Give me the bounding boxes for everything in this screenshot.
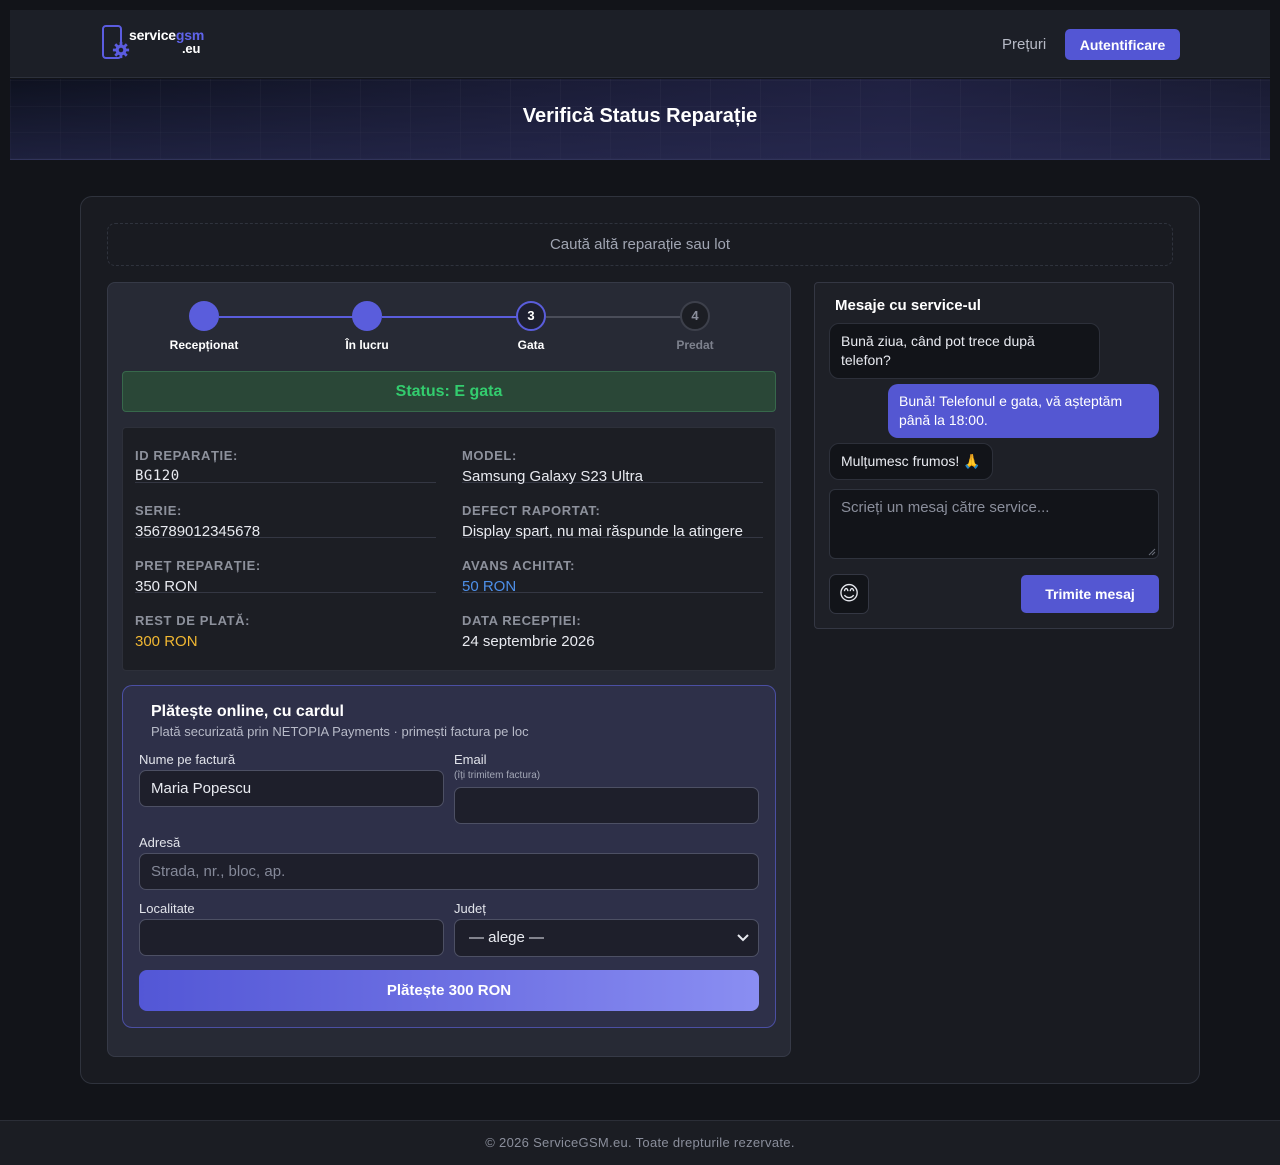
detail-serial: SERIE: 356789012345678 xyxy=(135,483,436,540)
payment-title: Plătește online, cu cardul xyxy=(151,703,344,720)
step-circle-in-progress xyxy=(352,301,382,331)
chat-message-input[interactable]: Scrieți un mesaj către service... xyxy=(829,489,1159,559)
step-circle-delivered: 4 xyxy=(680,301,710,331)
chat-message-service: Bună! Telefonul e gata, vă așteptăm până… xyxy=(888,384,1159,438)
address-label: Adresă xyxy=(139,835,181,850)
email-input[interactable] xyxy=(454,787,759,824)
step-connector-3 xyxy=(546,316,695,318)
step-label-in-progress: În lucru xyxy=(345,338,389,352)
site-logo[interactable]: servicegsm .eu xyxy=(102,25,212,61)
chevron-down-icon xyxy=(737,934,749,942)
search-other-repair-toggle[interactable]: Caută altă reparație sau lot xyxy=(107,223,1173,266)
step-circle-ready: 3 xyxy=(516,301,546,331)
detail-advance: AVANS ACHITAT: 50 RON xyxy=(462,538,763,595)
detail-model: MODEL: Samsung Galaxy S23 Ultra xyxy=(462,428,763,485)
hero-banner: Verifică Status Reparație xyxy=(10,79,1270,160)
county-selected-value: — alege — xyxy=(469,929,545,946)
detail-repair-id: ID REPARAȚIE: BG120 xyxy=(135,428,436,484)
step-label-received: Recepționat xyxy=(169,338,239,352)
top-navbar: servicegsm .eu Prețuri Autentificare xyxy=(10,10,1270,78)
step-connector-1 xyxy=(219,316,367,318)
email-label: Email xyxy=(454,752,487,767)
chat-title: Mesaje cu service-ul xyxy=(835,297,981,314)
city-label: Localitate xyxy=(139,901,195,916)
resize-grip-icon[interactable] xyxy=(1148,548,1156,556)
emoji-picker-button[interactable]: 😊 xyxy=(829,574,869,614)
chat-message-client: Mulțumesc frumos! 🙏 xyxy=(829,443,993,480)
progress-stepper: 3 4 Recepționat În lucru Gata Predat xyxy=(123,301,777,361)
city-input[interactable] xyxy=(139,919,444,956)
logo-wordmark: servicegsm .eu xyxy=(129,27,205,56)
chat-message-client: Bună ziua, când pot trece după telefon? xyxy=(829,323,1100,379)
repair-status-card: Caută altă reparație sau lot 3 4 Recepți… xyxy=(80,196,1200,1084)
pay-button[interactable]: Plătește 300 RON xyxy=(139,970,759,1011)
send-message-button[interactable]: Trimite mesaj xyxy=(1021,575,1159,613)
nav-link-prices[interactable]: Prețuri xyxy=(1002,36,1046,53)
detail-defect: DEFECT RAPORTAT: Display spart, nu mai r… xyxy=(462,483,763,540)
detail-remaining: REST DE PLATĂ: 300 RON xyxy=(135,613,251,650)
page-footer: © 2026 ServiceGSM.eu. Toate drepturile r… xyxy=(0,1120,1280,1165)
detail-price: PREȚ REPARAȚIE: 350 RON xyxy=(135,538,436,595)
name-label: Nume pe factură xyxy=(139,752,236,767)
online-payment-form: Plătește online, cu cardul Plată securiz… xyxy=(122,685,776,1028)
payment-subtitle: Plată securizată prin NETOPIA Payments ·… xyxy=(151,724,529,739)
step-circle-received xyxy=(189,301,219,331)
detail-received-date: DATA RECEPȚIEI: 24 septembrie 2026 xyxy=(462,613,595,650)
repair-details-panel: 3 4 Recepționat În lucru Gata Predat Sta… xyxy=(107,282,791,1057)
county-label: Județ xyxy=(454,901,486,916)
gear-logo-icon xyxy=(112,41,130,59)
step-label-delivered: Predat xyxy=(676,338,714,352)
status-badge: Status: E gata xyxy=(122,371,776,412)
repair-details-grid: ID REPARAȚIE: BG120 MODEL: Samsung Galax… xyxy=(122,427,776,671)
chat-panel: Mesaje cu service-ul Bună ziua, când pot… xyxy=(814,282,1174,629)
step-connector-2 xyxy=(382,316,531,318)
login-button[interactable]: Autentificare xyxy=(1065,29,1180,60)
email-hint: (îți trimitem factura) xyxy=(454,770,541,781)
county-select[interactable]: — alege — xyxy=(454,919,759,957)
page-title: Verifică Status Reparație xyxy=(522,105,758,127)
step-label-ready: Gata xyxy=(517,338,545,352)
invoice-name-input[interactable]: Maria Popescu xyxy=(139,770,444,807)
address-input[interactable]: Strada, nr., bloc, ap. xyxy=(139,853,759,890)
